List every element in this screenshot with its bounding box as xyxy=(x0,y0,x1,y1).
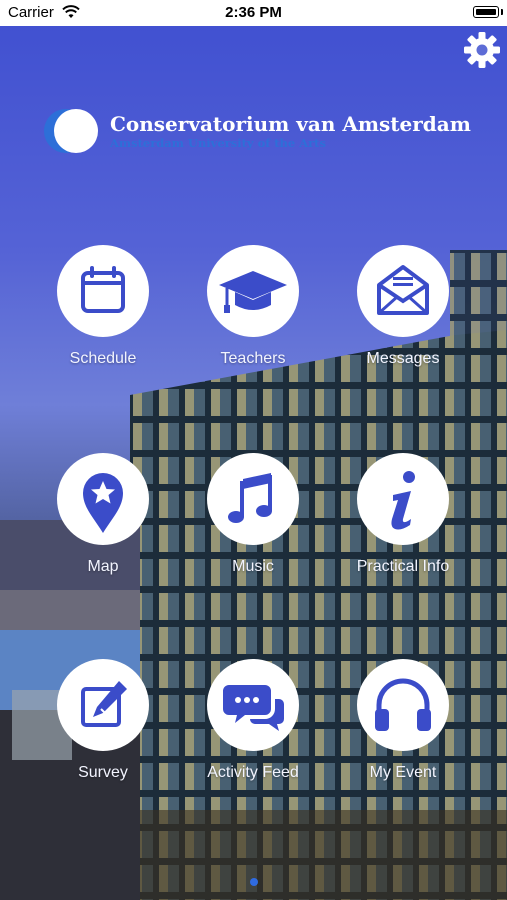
calendar-icon xyxy=(81,266,125,313)
tile-circle xyxy=(207,453,299,545)
map-pin-star-icon xyxy=(83,473,123,533)
envelope-icon xyxy=(377,265,429,315)
tile-label: Activity Feed xyxy=(207,764,299,781)
battery-icon xyxy=(473,6,499,18)
graduation-cap-icon xyxy=(219,271,287,313)
logo-mark-icon xyxy=(44,109,98,153)
tile-circle xyxy=(57,453,149,545)
tile-label: Messages xyxy=(366,350,440,367)
tile-circle xyxy=(357,453,449,545)
tile-circle xyxy=(57,659,149,751)
tile-label: Music xyxy=(232,558,274,575)
tile-circle xyxy=(207,245,299,337)
tile-music[interactable]: Music xyxy=(183,453,323,603)
info-icon xyxy=(391,471,415,530)
tile-circle xyxy=(207,659,299,751)
battery-tip xyxy=(501,9,503,15)
tile-label: Practical Info xyxy=(356,558,450,575)
tile-circle xyxy=(357,245,449,337)
music-note-icon xyxy=(228,473,272,523)
tile-circle xyxy=(357,659,449,751)
logo-subtitle: Amsterdam University of the Arts xyxy=(110,136,326,150)
tile-my-event[interactable]: My Event xyxy=(333,659,473,809)
tile-schedule[interactable]: Schedule xyxy=(33,245,173,395)
tile-messages[interactable]: Messages xyxy=(333,245,473,395)
headphones-icon xyxy=(375,678,431,731)
tile-teachers[interactable]: Teachers xyxy=(183,245,323,395)
tile-label: Schedule xyxy=(69,350,137,367)
chat-bubbles-icon xyxy=(223,685,284,731)
page-indicator-dot[interactable] xyxy=(250,878,258,886)
tile-label: Teachers xyxy=(220,350,286,367)
tile-activity-feed[interactable]: Activity Feed xyxy=(183,659,323,809)
tile-practical-info[interactable]: Practical Info xyxy=(333,453,473,603)
tile-label: My Event xyxy=(369,764,437,781)
tile-label: Map xyxy=(87,558,119,575)
status-bar: Carrier 2:36 PM xyxy=(0,0,507,26)
gear-icon[interactable] xyxy=(462,30,502,70)
tile-label: Survey xyxy=(78,764,128,781)
tile-survey[interactable]: Survey xyxy=(33,659,173,809)
home-screen: Carrier 2:36 PM Conservatorium van Amste… xyxy=(0,0,507,900)
pencil-edit-icon xyxy=(81,681,127,727)
brand-logo: Conservatorium van Amsterdam Amsterdam U… xyxy=(42,108,472,156)
tile-map[interactable]: Map xyxy=(33,453,173,603)
clock: 2:36 PM xyxy=(225,4,282,21)
logo-title: Conservatorium van Amsterdam xyxy=(110,112,471,136)
tile-circle xyxy=(57,245,149,337)
